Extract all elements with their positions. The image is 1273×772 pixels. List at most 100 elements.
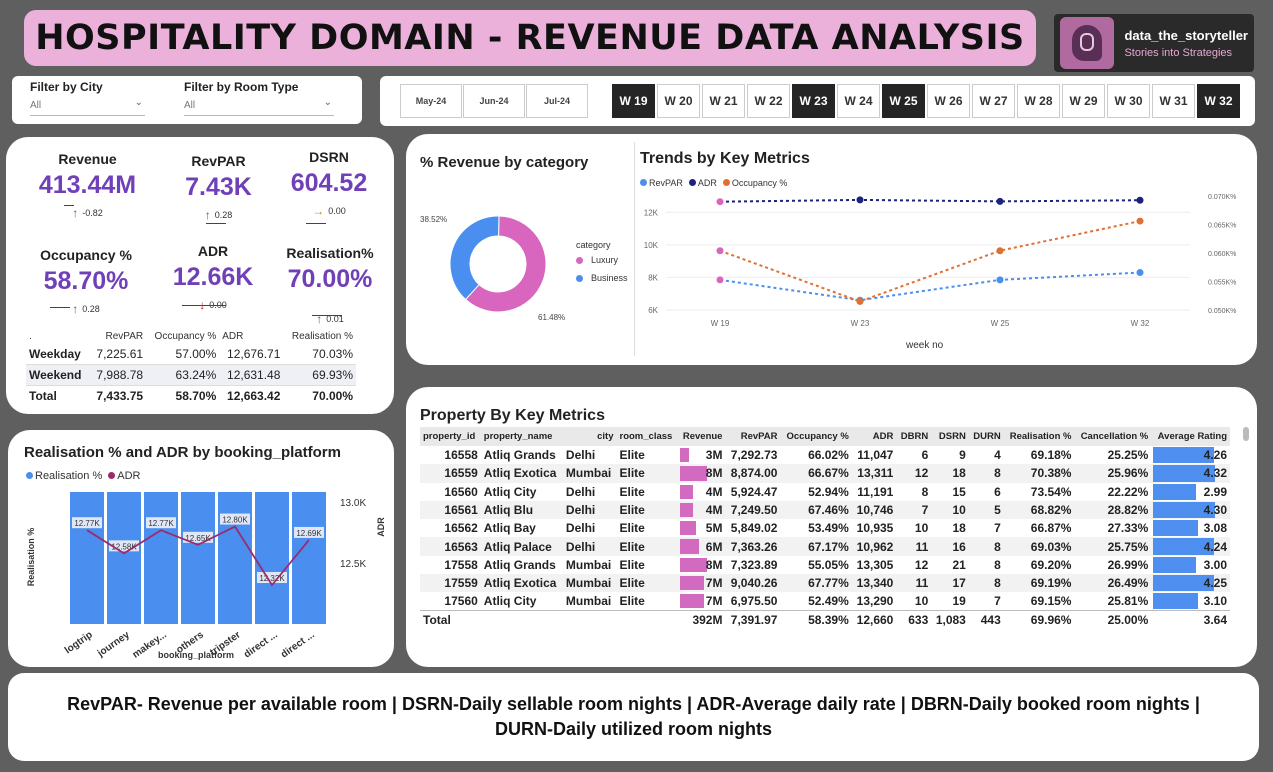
table-header[interactable]: ADR xyxy=(219,329,283,344)
donut-slice-business xyxy=(449,215,500,301)
chevron-down-icon: ⌄ xyxy=(134,97,143,108)
glossary-line-1: RevPAR- Revenue per available room | DSR… xyxy=(67,694,1200,714)
table-row[interactable]: 16563 Atliq Palace Delhi Elite 6M 7,363.26 67.… xyxy=(420,537,1230,556)
legend-occupancy[interactable]: Occupancy % xyxy=(722,178,787,188)
kpi-delta: 0.28 xyxy=(82,304,100,314)
y-tick-label: 12K xyxy=(644,208,659,217)
data-point xyxy=(856,297,864,305)
table-header[interactable]: RevPAR xyxy=(725,427,781,446)
week-button[interactable]: W 22 xyxy=(747,84,790,118)
property-table-scroll[interactable]: property_id property_name city room_class Re… xyxy=(420,427,1245,659)
filters-panel: Filter by City All ⌄ Filter by Room Type… xyxy=(12,76,362,124)
table-header[interactable]: Cancellation % xyxy=(1074,427,1152,446)
table-row[interactable]: 16561 Atliq Blu Delhi Elite 4M 7,249.50 67.46%… xyxy=(420,500,1230,520)
kpi-realisation: Realisation% 70.00% ↑ 0.01 xyxy=(280,245,380,326)
x-tick-label: journey xyxy=(95,629,132,660)
table-row[interactable]: 16560 Atliq City Delhi Elite 4M 5,924.47 52.94… xyxy=(420,483,1230,501)
table-header[interactable]: room_class xyxy=(616,427,678,446)
legend-realisation[interactable]: Realisation % xyxy=(26,470,102,482)
week-button[interactable]: W 29 xyxy=(1062,84,1105,118)
kpi-label: Realisation% xyxy=(286,245,374,261)
table-row[interactable]: 17558 Atliq Grands Mumbai Elite 8M 7,323.89 55… xyxy=(420,556,1230,574)
week-button[interactable]: W 25 xyxy=(882,84,925,118)
kpi-value: 7.43K xyxy=(185,173,252,201)
table-header[interactable]: property_id xyxy=(420,427,481,446)
table-header[interactable]: DURN xyxy=(968,427,1004,446)
room-type-filter-dropdown[interactable]: All ⌄ xyxy=(184,97,334,116)
category-trend-card: % Revenue by category 61.48% 38.52% categ… xyxy=(406,134,1257,365)
trend-legend: RevPAR ADR Occupancy % xyxy=(640,178,787,188)
bar-tripster xyxy=(218,492,252,624)
bar-logtrip xyxy=(70,492,104,624)
city-filter-dropdown[interactable]: All ⌄ xyxy=(30,97,145,116)
table-row[interactable]: 16558 Atliq Grands Delhi Elite 3M 7,292.73 66.… xyxy=(420,446,1230,464)
table-header[interactable]: city xyxy=(562,427,617,446)
legend-revpar[interactable]: RevPAR xyxy=(640,178,683,188)
table-row[interactable]: 17560 Atliq City Mumbai Elite 7M 6,975.50 52.4… xyxy=(420,592,1230,611)
kpi-adr: ADR 12.66K ↓0.00 xyxy=(168,243,258,312)
kpi-revpar: RevPAR 7.43K ↑ 0.28 xyxy=(176,153,261,222)
week-button[interactable]: W 19 xyxy=(612,84,655,118)
kpi-value: 12.66K xyxy=(172,263,254,291)
y-axis-label: Realisation % xyxy=(26,528,36,587)
data-point xyxy=(996,197,1004,205)
table-header[interactable]: ADR xyxy=(851,427,897,446)
bar-makey- xyxy=(144,492,178,624)
week-button[interactable]: W 21 xyxy=(702,84,745,118)
month-button[interactable]: Jul-24 xyxy=(526,84,588,118)
week-button[interactable]: W 23 xyxy=(792,84,835,118)
table-header[interactable]: Realisation % xyxy=(1003,427,1075,446)
property-title: Property By Key Metrics xyxy=(420,407,605,424)
table-header[interactable]: Realisation % xyxy=(283,329,356,344)
week-button[interactable]: W 28 xyxy=(1017,84,1060,118)
bar-others xyxy=(181,492,215,624)
kpi-label: RevPAR xyxy=(191,153,246,169)
kpi-dsrn: DSRN 604.52 → 0.00 xyxy=(284,149,374,218)
revenue-bar xyxy=(679,594,704,609)
slice-label: 61.48% xyxy=(538,313,565,322)
data-point xyxy=(996,276,1004,284)
y-tick-label: 8K xyxy=(648,273,658,282)
week-button[interactable]: W 31 xyxy=(1152,84,1195,118)
series-line-adr xyxy=(719,198,1141,203)
month-button[interactable]: Jun-24 xyxy=(463,84,525,118)
table-header[interactable]: DBRN xyxy=(896,427,932,446)
table-scrollbar[interactable] xyxy=(1243,427,1249,441)
month-button[interactable]: May-24 xyxy=(400,84,462,118)
week-button[interactable]: W 32 xyxy=(1197,84,1240,118)
rating-bar xyxy=(1153,520,1198,537)
y2-tick-label: 0.065K% xyxy=(1208,223,1236,230)
glossary-footer: RevPAR- Revenue per available room | DSR… xyxy=(8,673,1259,761)
table-header[interactable]: Revenue xyxy=(677,427,726,446)
x-tick-label: W 25 xyxy=(991,319,1010,328)
table-row: Weekend 7,988.78 63.24% 12,631.48 69.93% xyxy=(26,364,356,386)
table-header[interactable]: Occupancy % xyxy=(780,427,852,446)
kpi-occupancy: Occupancy % 58.70% ↑ 0.28 xyxy=(26,247,146,316)
table-row[interactable]: 16559 Atliq Exotica Mumbai Elite 8M 8,874.00 6… xyxy=(420,464,1230,483)
bar-direct- xyxy=(292,492,326,624)
data-label: 12.77K xyxy=(148,519,174,528)
rating-bar xyxy=(1153,556,1197,574)
legend-adr[interactable]: ADR xyxy=(688,178,717,188)
table-header[interactable]: Occupancy % xyxy=(146,329,219,344)
table-header[interactable]: . xyxy=(26,329,89,344)
week-button[interactable]: W 24 xyxy=(837,84,880,118)
week-button[interactable]: W 20 xyxy=(657,84,700,118)
week-button[interactable]: W 30 xyxy=(1107,84,1150,118)
table-header[interactable]: RevPAR xyxy=(89,329,146,344)
week-button[interactable]: W 26 xyxy=(927,84,970,118)
legend-adr[interactable]: ADR xyxy=(108,470,141,482)
table-row[interactable]: 16562 Atliq Bay Delhi Elite 5M 5,849.02 53.49%… xyxy=(420,519,1230,537)
revenue-bar xyxy=(679,502,693,518)
kpi-value: 58.70% xyxy=(43,267,129,295)
table-header[interactable]: property_name xyxy=(480,427,563,446)
revenue-bar xyxy=(679,557,708,573)
table-row[interactable]: 17559 Atliq Exotica Mumbai Elite 7M 9,040.26 6… xyxy=(420,574,1230,593)
legend-luxury[interactable]: Luxury xyxy=(576,255,618,265)
legend-business[interactable]: Business xyxy=(576,273,628,283)
week-button[interactable]: W 27 xyxy=(972,84,1015,118)
kpi-label: Occupancy % xyxy=(40,247,132,263)
data-point xyxy=(1136,269,1144,277)
table-header[interactable]: Average Rating xyxy=(1151,427,1230,446)
table-header[interactable]: DSRN xyxy=(931,427,969,446)
